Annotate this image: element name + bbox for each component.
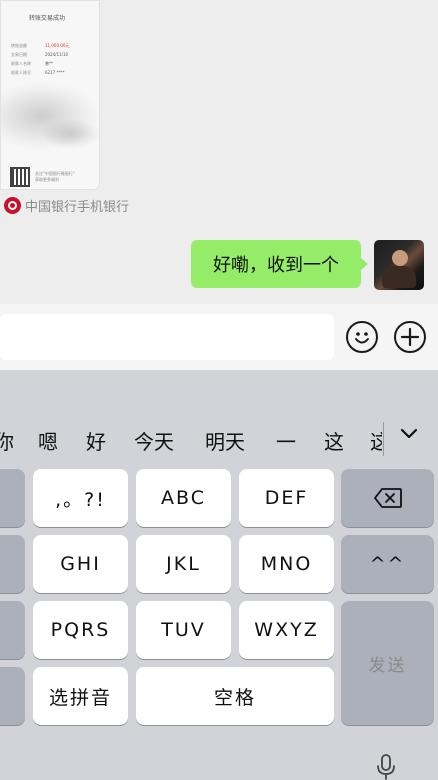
backspace-icon — [373, 488, 402, 508]
key-mno[interactable]: MNO — [239, 535, 334, 593]
receipt-row: 转账金额 11,000.00元 — [11, 43, 70, 48]
ink-wash-decoration — [41, 119, 99, 149]
candidate-word[interactable]: 嗯 — [38, 426, 58, 455]
candidate-divider — [383, 422, 384, 456]
candidate-bar: 你 嗯 好 今天 明天 一 这 这 — [0, 370, 438, 462]
tone-key[interactable]: ^^ — [341, 535, 434, 593]
candidate-word[interactable]: 明天 — [205, 426, 245, 455]
key-jkl[interactable]: JKL — [136, 535, 231, 593]
key-wxyz[interactable]: WXYZ — [239, 601, 334, 659]
smiley-face-icon[interactable] — [346, 321, 378, 353]
source-label: 中国银行手机银行 — [25, 200, 130, 215]
candidate-word[interactable]: 一 — [276, 426, 296, 455]
left-side-key[interactable] — [0, 667, 25, 725]
receipt-row: 收款人名称 曾** — [11, 61, 53, 66]
left-side-key[interactable] — [0, 469, 25, 527]
microphone-icon[interactable] — [376, 754, 396, 780]
space-key[interactable]: 空格 — [136, 667, 334, 725]
sent-message-bubble[interactable]: 好嘞，收到一个 — [191, 240, 368, 288]
transfer-receipt-image[interactable]: 转账交易成功 转账金额 11,000.00元 交易日期 2024/11/10 收款人… — [0, 0, 100, 190]
message-input[interactable] — [0, 314, 334, 360]
key-ghi[interactable]: GHI — [33, 535, 128, 593]
candidate-word[interactable]: 好 — [86, 426, 106, 455]
receipt-row: 收款人账号 6217 **** — [11, 70, 65, 75]
send-button[interactable]: 发送 — [341, 601, 434, 725]
message-source[interactable]: 中国银行手机银行 — [4, 196, 129, 215]
key-punctuation[interactable]: ,。?! — [33, 469, 128, 527]
ime-keyboard: 你 嗯 好 今天 明天 一 这 这 ,。?! ABC DEF GHI JKL M… — [0, 370, 438, 780]
key-def[interactable]: DEF — [239, 469, 334, 527]
key-select-pinyin[interactable]: 选拼音 — [33, 667, 128, 725]
plus-circle-icon[interactable] — [394, 321, 426, 353]
qr-caption: 关注"中国银行微银行" 获取更多福利 — [35, 171, 75, 182]
input-bar — [0, 304, 438, 370]
chevron-down-icon[interactable] — [398, 422, 420, 449]
avatar[interactable] — [374, 240, 424, 290]
left-side-key[interactable] — [0, 601, 25, 659]
bank-of-china-icon — [4, 197, 21, 214]
backspace-key[interactable] — [341, 469, 434, 527]
candidate-word[interactable]: 今天 — [134, 426, 174, 455]
key-pqrs[interactable]: PQRS — [33, 601, 128, 659]
receipt-row: 交易日期 2024/11/10 — [11, 52, 69, 57]
candidate-word[interactable]: 你 — [0, 426, 14, 455]
left-side-key[interactable] — [0, 535, 25, 593]
chat-area: 转账交易成功 转账金额 11,000.00元 交易日期 2024/11/10 收款人… — [0, 0, 438, 304]
candidate-word[interactable]: 这 — [324, 426, 344, 455]
key-tuv[interactable]: TUV — [136, 601, 231, 659]
qr-code — [10, 167, 30, 187]
candidate-word[interactable]: 这 — [370, 426, 382, 455]
key-abc[interactable]: ABC — [136, 469, 231, 527]
receipt-title: 转账交易成功 — [29, 15, 66, 22]
